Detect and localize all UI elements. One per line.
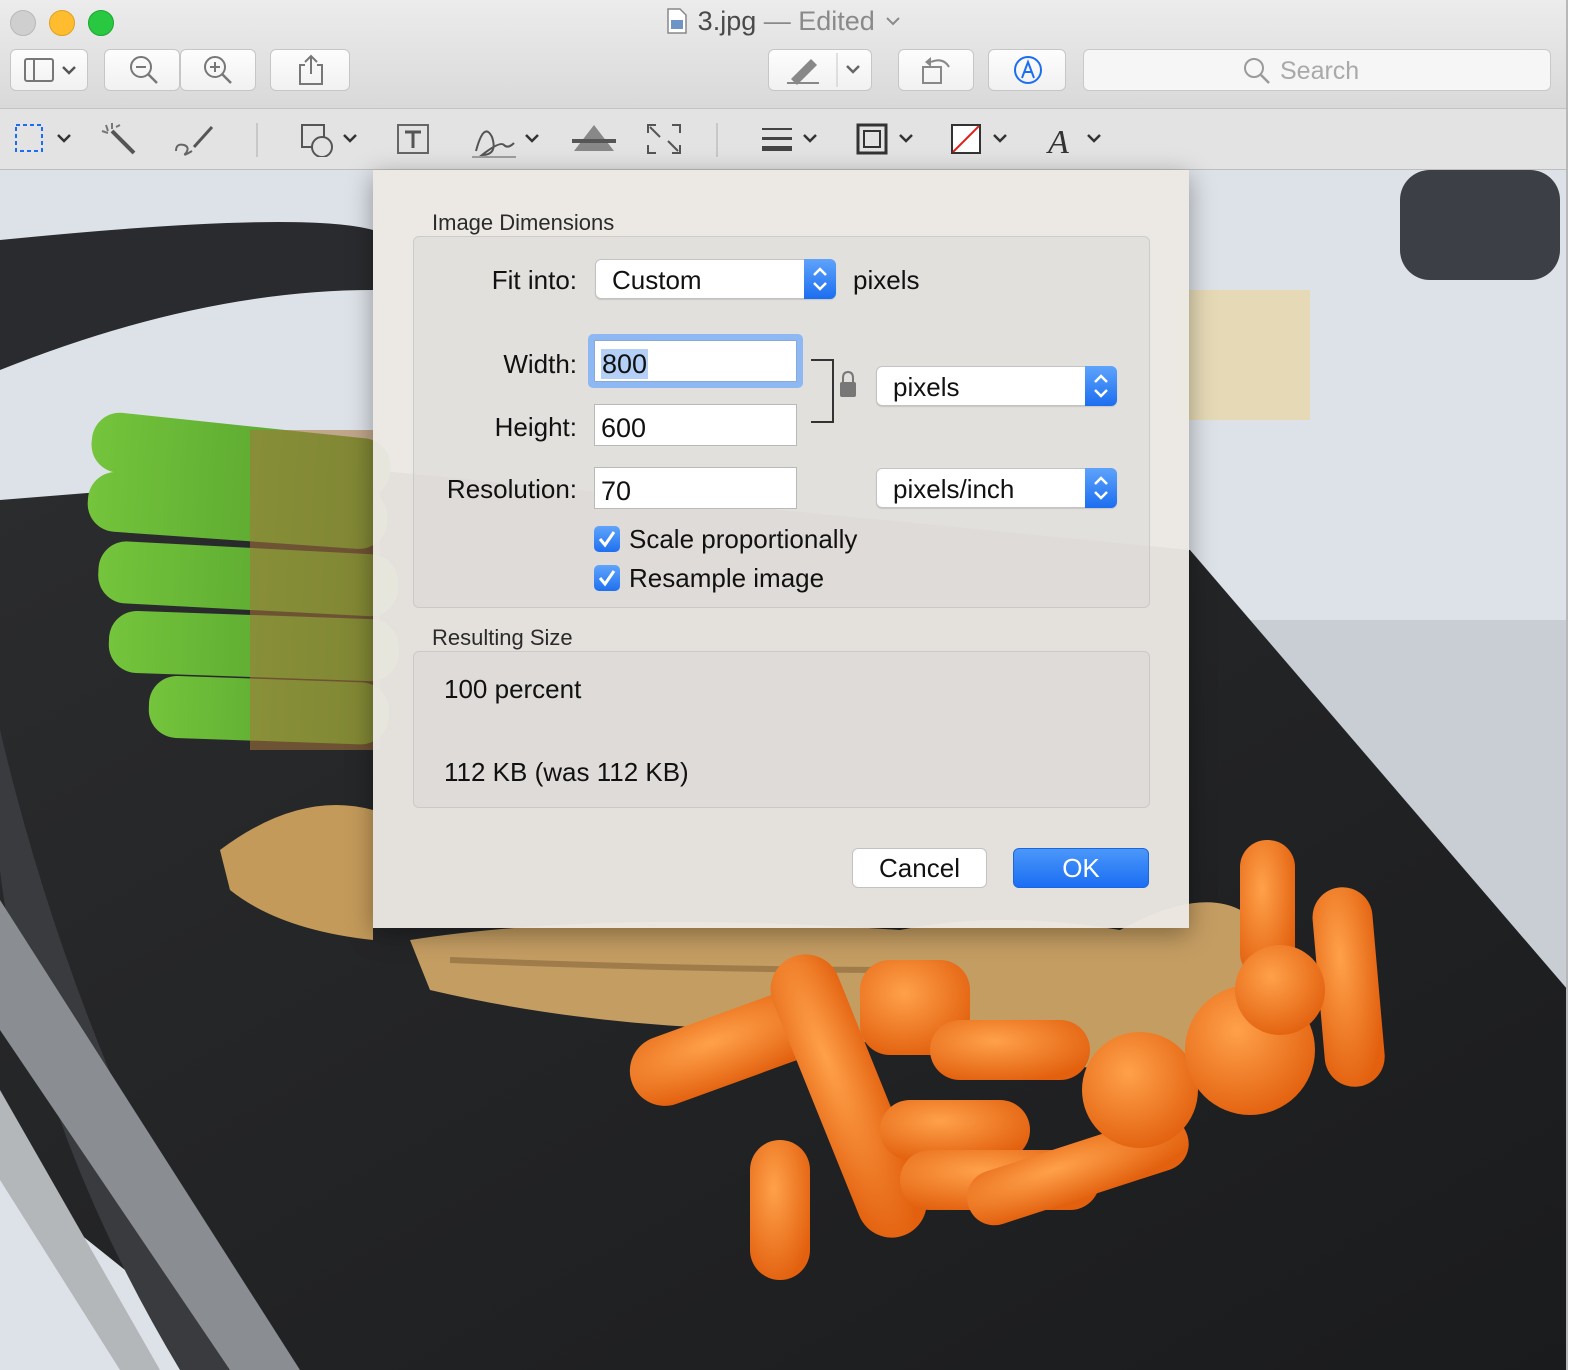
adjust-color-icon[interactable]	[570, 121, 618, 157]
up-down-arrows-icon	[813, 267, 827, 291]
fit-into-popup[interactable]: Custom	[595, 259, 836, 299]
adjust-size-icon[interactable]	[644, 121, 684, 157]
up-down-arrows-icon	[1094, 476, 1108, 500]
rotate-icon	[922, 57, 950, 84]
size-unit-value: pixels	[893, 372, 960, 402]
height-label: Height:	[494, 412, 577, 442]
resolution-unit-value: pixels/inch	[893, 474, 1015, 504]
resolution-field[interactable]: 70	[594, 467, 797, 509]
checkmark-icon	[598, 570, 616, 587]
window-title[interactable]: 3.jpg — Edited	[0, 6, 1566, 37]
up-down-arrows-icon	[1094, 374, 1108, 398]
markup-toolbar-button[interactable]	[988, 49, 1066, 91]
scale-proportionally-label[interactable]: Scale proportionally	[629, 524, 857, 555]
toolbar-separator	[256, 123, 258, 157]
search-field[interactable]: Search	[1083, 49, 1551, 91]
sidebar-icon	[24, 58, 76, 82]
image-dimensions-title: Image Dimensions	[432, 210, 615, 235]
width-field[interactable]: 800	[594, 340, 797, 382]
sketch-icon[interactable]	[172, 121, 218, 157]
resample-image-label[interactable]: Resample image	[629, 563, 824, 594]
checkmark-icon	[598, 531, 616, 548]
zoom-out-button[interactable]	[104, 49, 180, 91]
resolution-value: 70	[601, 476, 632, 506]
zoom-in-button[interactable]	[180, 49, 256, 91]
fit-into-unit: pixels	[853, 265, 920, 295]
markup-pen-icon	[787, 53, 860, 87]
toolbar-separator	[716, 123, 718, 157]
resample-image-checkbox[interactable]	[594, 565, 620, 591]
cancel-button[interactable]: Cancel	[852, 848, 987, 888]
width-value: 800	[601, 349, 649, 379]
window-filename: 3.jpg	[697, 6, 757, 36]
popup-arrows	[804, 259, 836, 299]
shapes-icon[interactable]	[298, 121, 364, 157]
resolution-label: Resolution:	[446, 474, 577, 504]
adjust-size-dialog: Image Dimensions Fit into: Custom pixels…	[373, 170, 1189, 928]
share-icon	[299, 54, 323, 85]
fit-into-value: Custom	[612, 265, 702, 295]
size-unit-popup[interactable]: pixels	[876, 366, 1117, 406]
popup-arrows	[1085, 366, 1117, 406]
ok-button[interactable]: OK	[1013, 848, 1149, 888]
zoom-out-icon	[130, 56, 158, 84]
instant-alpha-icon[interactable]	[100, 121, 140, 157]
chevron-down-icon[interactable]	[886, 16, 901, 26]
sign-icon[interactable]	[470, 121, 544, 161]
svg-text:A: A	[1046, 124, 1069, 161]
height-value: 600	[601, 413, 647, 443]
shape-style-icon[interactable]	[760, 121, 824, 157]
lock-icon[interactable]	[809, 356, 859, 426]
markup-toolbar: A	[0, 108, 1566, 170]
resolution-unit-popup[interactable]: pixels/inch	[876, 468, 1117, 508]
scale-proportionally-checkbox[interactable]	[594, 526, 620, 552]
fit-into-label: Fit into:	[491, 265, 577, 295]
share-button[interactable]	[270, 49, 350, 91]
search-icon	[1244, 58, 1270, 84]
markup-toolbar-icon	[1014, 56, 1042, 84]
height-field[interactable]: 600	[594, 404, 797, 446]
resulting-size-title: Resulting Size	[432, 625, 573, 650]
text-style-icon[interactable]: A	[1044, 121, 1108, 161]
selection-icon[interactable]	[12, 121, 76, 157]
popup-arrows	[1085, 468, 1117, 508]
result-percent: 100 percent	[444, 674, 582, 704]
search-placeholder: Search	[1280, 57, 1360, 85]
text-icon[interactable]	[394, 121, 434, 157]
width-label: Width:	[503, 349, 577, 379]
border-color-icon[interactable]	[856, 121, 920, 157]
zoom-in-icon	[204, 56, 232, 84]
sidebar-button[interactable]	[10, 49, 88, 91]
rotate-button[interactable]	[898, 49, 974, 91]
result-file-size: 112 KB (was 112 KB)	[444, 757, 689, 787]
document-icon	[666, 8, 687, 34]
highlight-button[interactable]	[768, 49, 872, 91]
desktop-strip	[1568, 0, 1596, 1370]
window-status: — Edited	[763, 6, 875, 36]
fill-color-icon[interactable]	[950, 121, 1014, 157]
title-bar: 3.jpg — Edited Search	[0, 0, 1566, 108]
